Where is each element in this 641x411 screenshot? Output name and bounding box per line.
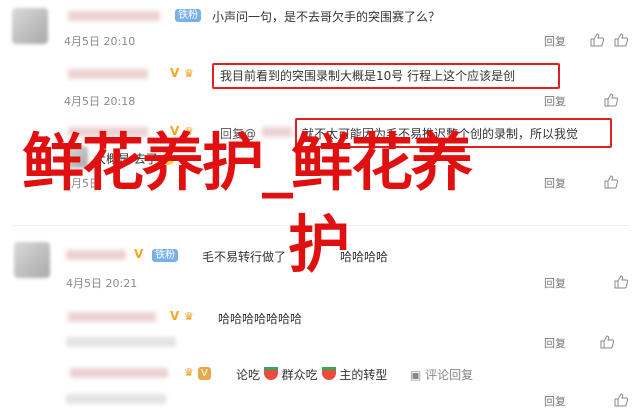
timestamp: 4月5日 20:21: [66, 277, 138, 290]
thumbs-up-icon[interactable]: [614, 32, 629, 47]
comment-icon: ▣: [410, 368, 422, 382]
overlay-title-line2: 护: [288, 208, 350, 281]
thumbs-up-icon[interactable]: [614, 392, 629, 407]
comment-row-5: V ♛ 哈哈哈哈哈哈哈 回复: [0, 300, 641, 352]
thumbs-up-icon[interactable]: [600, 334, 615, 349]
reply-button[interactable]: 回复: [544, 33, 566, 49]
username-blurred[interactable]: [68, 11, 160, 21]
username-blurred[interactable]: [70, 368, 168, 378]
watermelon-icon: [263, 367, 278, 380]
timestamp: 4月5日 20:18: [64, 95, 136, 108]
comment-row-1: 铁粉 小声问一句，是不去哥欠手的突围赛了么？ 4月5日 20:10 回复: [0, 0, 641, 58]
reply-button[interactable]: 回复: [544, 93, 566, 109]
comment-reply-link[interactable]: ▣ 评论回复: [410, 366, 473, 383]
reply-button[interactable]: 回复: [544, 275, 566, 291]
comment-text: 论吃 群众吃 主的转型: [236, 367, 388, 382]
thumbs-up-icon[interactable]: [614, 274, 629, 289]
reply-button[interactable]: 回复: [544, 175, 566, 191]
avatar[interactable]: [14, 242, 50, 278]
avatar[interactable]: [12, 8, 48, 44]
username-blurred[interactable]: [68, 69, 148, 79]
crown-icon: ♛: [184, 310, 194, 323]
reply-button[interactable]: 回复: [544, 393, 566, 409]
comment-text: 哈哈哈哈哈哈哈: [218, 312, 303, 326]
status-badge: V: [198, 367, 211, 380]
comment-text: 小声问一句，是不去哥欠手的突围赛了么？: [212, 10, 441, 24]
timestamp-blurred: [66, 394, 166, 404]
thumbs-up-icon[interactable]: [604, 174, 619, 189]
status-badge: 铁粉: [175, 9, 201, 22]
timestamp-blurred: [66, 337, 176, 347]
thumbs-up-icon[interactable]: [604, 92, 619, 107]
overlay-title-line1: 鲜花养护_鲜花养: [22, 126, 473, 199]
comment-text: 毛不易转行做了: [202, 250, 287, 264]
highlight-box: [212, 63, 560, 89]
vip-icon: V: [170, 66, 180, 80]
comment-row-6: ♛ V 论吃 群众吃 主的转型 ▣ 评论回复 回复: [0, 356, 641, 408]
vip-icon: V: [170, 309, 180, 323]
username-blurred[interactable]: [68, 312, 156, 322]
comment-row-2: V ♛ 我目前看到的突围录制大概是10号 行程上这个应该是创 4月5日 20:1…: [0, 58, 641, 110]
timestamp: 4月5日 20:10: [64, 35, 136, 48]
crown-icon: ♛: [184, 366, 194, 379]
status-badge: 铁粉: [152, 249, 178, 262]
vip-icon: V: [134, 247, 144, 261]
crown-icon: ♛: [184, 67, 194, 80]
username-blurred[interactable]: [66, 250, 126, 260]
thumbs-up-icon[interactable]: [590, 32, 605, 47]
reply-button[interactable]: 回复: [544, 335, 566, 351]
watermelon-icon: [321, 367, 336, 380]
